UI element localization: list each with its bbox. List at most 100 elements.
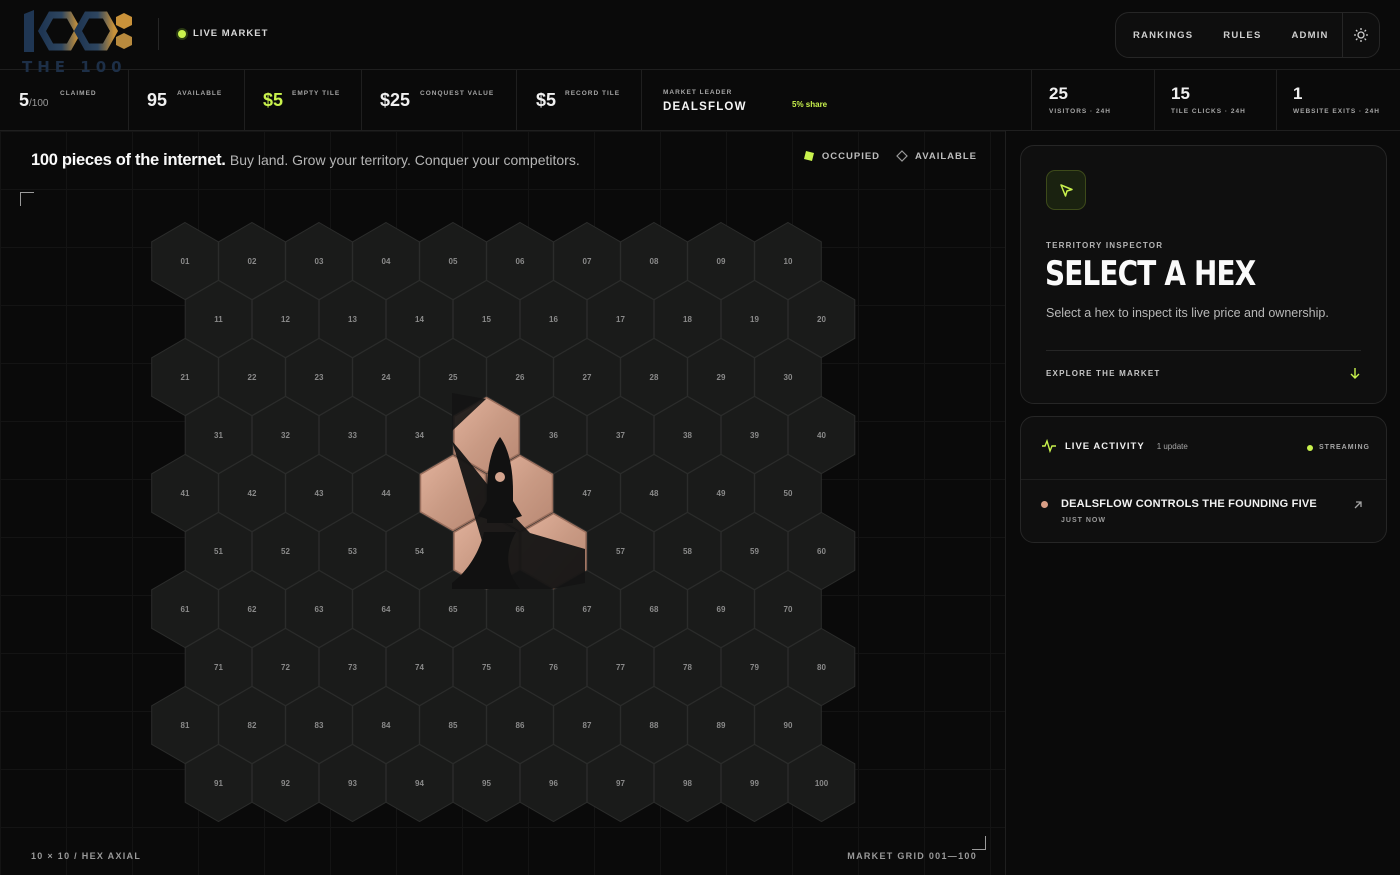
event-time: JUST NOW	[1061, 517, 1106, 524]
hex-label-28: 28	[650, 373, 659, 382]
hex-label-49: 49	[717, 489, 726, 498]
empty-tile-value: $5	[263, 90, 284, 110]
hex-label-65: 65	[449, 605, 458, 614]
hex-label-95: 95	[482, 779, 491, 788]
nav-admin[interactable]: ADMIN	[1291, 30, 1328, 41]
grid-range-label: MARKET GRID 001—100	[847, 851, 977, 861]
nav-rankings[interactable]: RANKINGS	[1133, 30, 1193, 41]
hex-label-5: 05	[449, 257, 458, 266]
hex-label-24: 24	[382, 373, 391, 382]
cursor-badge	[1046, 170, 1086, 210]
frame-corner-top-left	[20, 192, 34, 206]
hex-label-92: 92	[281, 779, 290, 788]
hex-label-98: 98	[683, 779, 692, 788]
hex-label-100: 100	[815, 779, 829, 788]
hex-grid: 01 02 03 04 05 06 07 08 09 10 11 12 13 14 15 16 17 18 19 20…	[151, 221, 856, 823]
stat-empty-tile: $5 EMPTY TILE	[245, 70, 362, 131]
live-market-label: LIVE MARKET	[193, 28, 269, 39]
hex-label-69: 69	[717, 605, 726, 614]
hex-label-76: 76	[549, 663, 558, 672]
stat-market-leader: MARKET LEADER DEALSFLOW 5% share	[642, 70, 1032, 131]
stat-claimed: 5/100 CLAIMED	[0, 70, 129, 131]
hex-label-58: 58	[683, 547, 692, 556]
theme-toggle-button[interactable]	[1343, 27, 1379, 43]
frame-corner-bottom-right	[972, 836, 986, 850]
inspector-divider	[1046, 350, 1361, 351]
header-divider	[158, 18, 159, 50]
hex-label-12: 12	[281, 315, 290, 324]
streaming-status: STREAMING	[1307, 444, 1370, 451]
hex-label-75: 75	[482, 663, 491, 672]
explore-market-link[interactable]: EXPLORE THE MARKET	[1046, 369, 1161, 378]
hex-label-78: 78	[683, 663, 692, 672]
stat-conquest-value: $25 CONQUEST VALUE	[362, 70, 517, 131]
stat-available: 95 AVAILABLE	[129, 70, 245, 131]
main-nav: RANKINGS RULES ADMIN	[1115, 12, 1380, 58]
leader-name[interactable]: DEALSFLOW	[663, 101, 747, 113]
activity-title: LIVE ACTIVITY	[1065, 440, 1145, 452]
visitors-value: 25	[1049, 84, 1068, 103]
website-exits-value: 1	[1293, 84, 1303, 103]
record-label: RECORD TILE	[565, 90, 621, 97]
hex-label-1: 01	[181, 257, 190, 266]
available-diamond-icon	[896, 150, 908, 162]
conquest-label: CONQUEST VALUE	[420, 90, 495, 97]
hex-label-80: 80	[817, 663, 826, 672]
page-headline: 100 pieces of the internet. Buy land. Gr…	[31, 151, 580, 170]
hex-label-60: 60	[817, 547, 826, 556]
grid-legend: OCCUPIED AVAILABLE	[803, 150, 977, 162]
hex-label-33: 33	[348, 431, 357, 440]
grid-dimensions-label: 10 × 10 / HEX AXIAL	[31, 851, 142, 861]
hex-label-21: 21	[181, 373, 190, 382]
occupied-diamond-icon	[803, 151, 814, 161]
live-activity-panel: LIVE ACTIVITY 1 update STREAMING DEALSFL…	[1020, 416, 1387, 543]
hex-label-4: 04	[382, 257, 391, 266]
activity-event[interactable]: DEALSFLOW CONTROLS THE FOUNDING FIVE JUS…	[1041, 498, 1317, 524]
event-dot-icon	[1041, 501, 1048, 508]
hex-label-62: 62	[248, 605, 257, 614]
top-bar: THE 100 LIVE MARKET RANKINGS RULES ADMIN	[0, 0, 1400, 76]
hex-label-47: 47	[583, 489, 592, 498]
hex-label-3: 03	[315, 257, 324, 266]
hex-label-13: 13	[348, 315, 357, 324]
streaming-dot-icon	[1307, 444, 1313, 451]
hex-label-8: 08	[650, 257, 659, 266]
hex-label-10: 10	[784, 257, 793, 266]
hex-label-90: 90	[784, 721, 793, 730]
hex-label-96: 96	[549, 779, 558, 788]
inspector-label: TERRITORY INSPECTOR	[1046, 241, 1164, 250]
claimed-suffix: /100	[29, 98, 49, 109]
nav-rules[interactable]: RULES	[1223, 30, 1261, 41]
hex-label-68: 68	[650, 605, 659, 614]
hex-label-50: 50	[784, 489, 793, 498]
hex-label-64: 64	[382, 605, 391, 614]
arrow-up-right-icon[interactable]	[1352, 499, 1364, 511]
visitors-label: VISITORS · 24H	[1049, 108, 1111, 115]
available-label: AVAILABLE	[177, 90, 223, 97]
sun-icon	[1353, 28, 1368, 42]
arrow-down-icon[interactable]	[1348, 366, 1362, 380]
hex-label-52: 52	[281, 547, 290, 556]
hex-label-25: 25	[449, 373, 458, 382]
headline-strong: 100 pieces of the internet.	[31, 151, 226, 169]
hex-label-41: 41	[181, 489, 190, 498]
hex-label-48: 48	[650, 489, 659, 498]
claimed-value: 5	[19, 90, 30, 110]
hex-label-72: 72	[281, 663, 290, 672]
hex-label-17: 17	[616, 315, 625, 324]
hex-label-89: 89	[717, 721, 726, 730]
hex-label-42: 42	[248, 489, 257, 498]
website-exits-label: WEBSITE EXITS · 24H	[1293, 108, 1380, 115]
hex-label-53: 53	[348, 547, 357, 556]
streaming-label: STREAMING	[1319, 444, 1370, 451]
hex-label-6: 06	[516, 257, 525, 266]
hex-label-14: 14	[415, 315, 424, 324]
hex-label-63: 63	[315, 605, 324, 614]
cursor-arrow-icon	[1059, 183, 1073, 197]
event-text: DEALSFLOW CONTROLS THE FOUNDING FIVE	[1061, 498, 1317, 510]
market-area: 01 02 03 04 05 06 07 08 09 10 11 12 13 14 15 16 17 18 19 20…	[0, 131, 1006, 875]
hex-label-81: 81	[181, 721, 190, 730]
hex-label-31: 31	[214, 431, 223, 440]
hex-label-29: 29	[717, 373, 726, 382]
live-dot-icon	[178, 29, 186, 38]
